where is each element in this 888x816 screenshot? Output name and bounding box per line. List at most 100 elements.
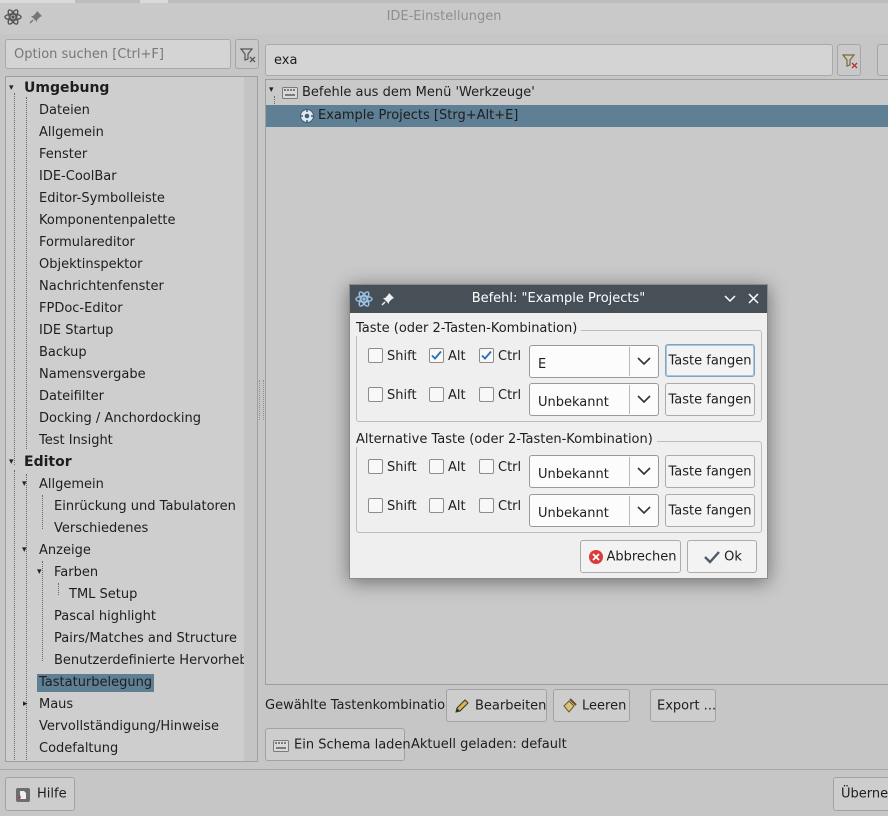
tree-item-formulareditor[interactable]: Formulareditor: [39, 234, 135, 252]
filter-clear-icon: [240, 48, 256, 63]
collapse-umgebung-icon[interactable]: ▾: [9, 83, 14, 93]
tree-item-dateien[interactable]: Dateien: [39, 102, 90, 120]
edit-button-label: Bearbeiten: [475, 698, 547, 713]
tree-item-tml-setup[interactable]: TML Setup: [69, 586, 137, 604]
collapse-anzeige-icon[interactable]: ▾: [22, 545, 27, 555]
tree-item-anzeige[interactable]: Anzeige: [39, 542, 91, 560]
options-tree[interactable]: ▾ ▾ ▾ ▾ ▾ ▸ Umgebung Dateien Allgemein F…: [5, 76, 258, 762]
ok-button[interactable]: Ok: [687, 540, 757, 573]
row1-ctrl-checkbox[interactable]: [479, 348, 494, 363]
row4-shift-checkbox[interactable]: [368, 498, 383, 513]
row4-key-value: Unbekannt: [538, 506, 609, 521]
tree-item-test-insight[interactable]: Test Insight: [39, 432, 113, 450]
row3-grab-key-button[interactable]: Taste fangen: [665, 455, 755, 488]
row3-ctrl-label: Ctrl: [498, 460, 522, 475]
tree-item-komponentenpalette[interactable]: Komponentenpalette: [39, 212, 176, 230]
chevron-down-icon: [637, 395, 651, 404]
tree-item-farben[interactable]: Farben: [54, 564, 98, 582]
row4-alt-checkbox[interactable]: [429, 498, 444, 513]
load-scheme-button-label: Ein Schema laden: [294, 737, 411, 752]
tree-item-fpdoc-editor[interactable]: FPDoc-Editor: [39, 300, 123, 318]
row1-alt-checkbox[interactable]: [429, 348, 444, 363]
row2-shift-checkbox[interactable]: [368, 387, 383, 402]
option-search-input[interactable]: Option suchen [Ctrl+F]: [5, 39, 231, 69]
row3-key-select[interactable]: Unbekannt: [529, 455, 659, 488]
row2-ctrl-label: Ctrl: [498, 388, 522, 403]
row3-ctrl-checkbox[interactable]: [479, 459, 494, 474]
tree-item-allgemein[interactable]: Allgemein: [39, 124, 104, 142]
tree-scrollbar[interactable]: [244, 77, 257, 761]
row1-grab-key-button[interactable]: Taste fangen: [665, 344, 755, 377]
row4-ctrl-checkbox[interactable]: [479, 498, 494, 513]
close-icon[interactable]: [747, 292, 760, 305]
tree-item-codefaltung[interactable]: Codefaltung: [39, 740, 118, 758]
row3-shift-checkbox[interactable]: [368, 459, 383, 474]
row4-key-select[interactable]: Unbekannt: [529, 494, 659, 527]
chevron-down-icon: [637, 357, 651, 366]
collapse-category-icon[interactable]: ▾: [269, 85, 274, 95]
chosen-shortcut-label: Gewählte Tastenkombination: [265, 698, 454, 713]
row2-alt-checkbox[interactable]: [429, 387, 444, 402]
expand-maus-icon[interactable]: ▸: [23, 699, 28, 709]
tree-item-backup[interactable]: Backup: [39, 344, 87, 362]
collapse-allgemein-icon[interactable]: ▾: [22, 479, 27, 489]
chevron-down-icon: [637, 506, 651, 515]
command-filter-clear-button[interactable]: [837, 44, 861, 76]
tree-item-benutzerdefinierte-hervorhebung[interactable]: Benutzerdefinierte Hervorhebung: [54, 652, 257, 670]
row3-alt-checkbox[interactable]: [429, 459, 444, 474]
collapse-editor-icon[interactable]: ▾: [9, 457, 14, 467]
cancel-button[interactable]: Abbrechen: [580, 540, 681, 573]
apply-button-label: Übernehmen: [841, 786, 888, 802]
row3-grab-key-label: Taste fangen: [668, 464, 752, 479]
broom-icon: [561, 698, 577, 714]
tree-item-verschiedenes[interactable]: Verschiedenes: [54, 520, 148, 538]
tree-item-editor-allgemein[interactable]: Allgemein: [39, 476, 104, 494]
command-filter-input[interactable]: exa: [265, 44, 833, 76]
help-icon: [15, 787, 31, 803]
row3-alt-label: Alt: [448, 460, 466, 475]
help-button[interactable]: Hilfe: [5, 777, 75, 811]
tree-item-dateifilter[interactable]: Dateifilter: [39, 388, 104, 406]
cancel-button-label: Abbrechen: [606, 549, 677, 564]
edit-button[interactable]: Bearbeiten: [446, 689, 547, 722]
splitter-handle[interactable]: [259, 380, 264, 420]
option-search-clear-button[interactable]: [235, 39, 259, 69]
keyboard-icon: [282, 87, 298, 99]
minimize-icon[interactable]: [723, 293, 737, 305]
tree-item-pairs-matches[interactable]: Pairs/Matches and Structure: [54, 630, 237, 648]
row1-key-select[interactable]: E: [529, 345, 659, 378]
tree-item-umgebung[interactable]: Umgebung: [24, 79, 109, 97]
tree-item-editor[interactable]: Editor: [24, 453, 72, 471]
row2-grab-key-button[interactable]: Taste fangen: [665, 383, 755, 416]
filter-options-button[interactable]: [877, 44, 888, 76]
tree-item-maus[interactable]: Maus: [39, 696, 73, 714]
tree-item-ide-startup[interactable]: IDE Startup: [39, 322, 113, 340]
tree-item-namensvergabe[interactable]: Namensvergabe: [39, 366, 146, 384]
tree-item-fenster[interactable]: Fenster: [39, 146, 87, 164]
tree-item-ide-coolbar[interactable]: IDE-CoolBar: [39, 168, 117, 186]
tree-item-pascal-highlight[interactable]: Pascal highlight: [54, 608, 156, 626]
export-button[interactable]: Export ...: [650, 689, 716, 722]
apply-button[interactable]: Übernehmen: [833, 777, 888, 811]
load-scheme-button[interactable]: Ein Schema laden: [265, 728, 411, 761]
row3-shift-label: Shift: [387, 460, 417, 475]
ok-button-label: Ok: [724, 549, 742, 564]
tree-item-objektinspektor[interactable]: Objektinspektor: [39, 256, 143, 274]
row1-alt-label: Alt: [448, 349, 466, 364]
row2-key-select[interactable]: Unbekannt: [529, 383, 659, 416]
row2-ctrl-checkbox[interactable]: [479, 387, 494, 402]
row4-grab-key-button[interactable]: Taste fangen: [665, 494, 755, 527]
row1-shift-checkbox[interactable]: [368, 348, 383, 363]
clear-button[interactable]: Leeren: [553, 689, 630, 722]
command-gear-icon: [299, 108, 315, 124]
tree-item-nachrichtenfenster[interactable]: Nachrichtenfenster: [39, 278, 164, 296]
help-button-label: Hilfe: [37, 786, 67, 802]
tree-item-docking[interactable]: Docking / Anchordocking: [39, 410, 201, 428]
tree-item-tastaturbelegung[interactable]: Tastaturbelegung: [37, 674, 155, 692]
command-category-label[interactable]: Befehle aus dem Menü 'Werkzeuge': [302, 84, 535, 102]
tree-item-editor-symbolleiste[interactable]: Editor-Symbolleiste: [39, 190, 165, 208]
tree-item-vervollstaendigung[interactable]: Vervollständigung/Hinweise: [39, 718, 219, 736]
tree-item-einrueckung[interactable]: Einrückung und Tabulatoren: [54, 498, 236, 516]
selected-command-row[interactable]: Example Projects [Strg+Alt+E]: [266, 105, 888, 127]
collapse-farben-icon[interactable]: ▾: [37, 567, 42, 577]
